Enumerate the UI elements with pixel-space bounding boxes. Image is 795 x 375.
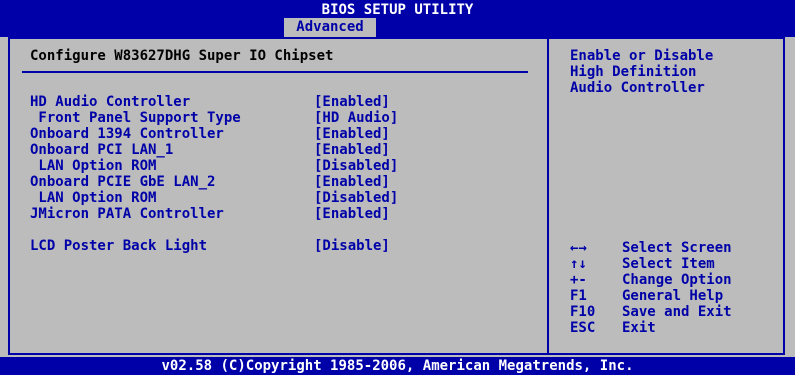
option-value[interactable]: [Enabled]	[314, 126, 390, 142]
option-row[interactable]: HD Audio Controller [Enabled]	[0, 94, 540, 110]
help-text-line: Audio Controller	[570, 80, 705, 96]
help-text-line: Enable or Disable	[570, 48, 714, 64]
bios-screen: BIOS SETUP UTILITY Advanced Configure W8…	[0, 0, 795, 375]
copyright-footer: v02.58 (C)Copyright 1985-2006, American …	[0, 357, 795, 375]
option-row[interactable]: Onboard PCIE GbE LAN_2 [Enabled]	[0, 174, 540, 190]
heading-underline	[22, 71, 528, 73]
option-row[interactable]: LAN Option ROM [Disabled]	[0, 158, 540, 174]
key-description: General Help	[622, 288, 724, 304]
option-label: Onboard PCI LAN_1	[30, 142, 174, 158]
key-description: Exit	[622, 320, 656, 336]
key-legend-row: +- Change Option	[570, 272, 770, 288]
option-value[interactable]: [HD Audio]	[314, 110, 398, 126]
option-label: Front Panel Support Type	[30, 110, 241, 126]
key-legend-row: F1 General Help	[570, 288, 770, 304]
key-description: Select Screen	[622, 240, 732, 256]
option-label: Onboard PCIE GbE LAN_2	[30, 174, 216, 190]
option-label: LAN Option ROM	[30, 158, 157, 174]
title-bar: BIOS SETUP UTILITY Advanced	[0, 0, 795, 37]
option-label: HD Audio Controller	[30, 94, 191, 110]
tab-advanced[interactable]: Advanced	[284, 18, 376, 37]
help-text-line: High Definition	[570, 64, 697, 80]
left-right-arrows-icon: ←→	[570, 240, 587, 256]
key-legend-row: ←→ Select Screen	[570, 240, 770, 256]
key-legend-row: ↑↓ Select Item	[570, 256, 770, 272]
option-label: JMicron PATA Controller	[30, 206, 224, 222]
option-label: LCD Poster Back Light	[30, 238, 208, 254]
option-row[interactable]: Front Panel Support Type [HD Audio]	[0, 110, 540, 126]
option-value[interactable]: [Enabled]	[314, 94, 390, 110]
option-row[interactable]: JMicron PATA Controller [Enabled]	[0, 206, 540, 222]
option-value[interactable]: [Enabled]	[314, 206, 390, 222]
key-description: Select Item	[622, 256, 715, 272]
key-label: F1	[570, 288, 587, 304]
key-label: ESC	[570, 320, 596, 336]
option-value[interactable]: [Enabled]	[314, 174, 390, 190]
option-row[interactable]: LAN Option ROM [Disabled]	[0, 190, 540, 206]
option-value[interactable]: [Disabled]	[314, 158, 398, 174]
key-description: Save and Exit	[622, 304, 732, 320]
option-row[interactable]: Onboard PCI LAN_1 [Enabled]	[0, 142, 540, 158]
option-label: LAN Option ROM	[30, 190, 157, 206]
key-label: +-	[570, 272, 587, 288]
option-value[interactable]: [Enabled]	[314, 142, 390, 158]
option-value[interactable]: [Disable]	[314, 238, 390, 254]
option-row[interactable]: LCD Poster Back Light [Disable]	[0, 238, 540, 254]
bios-title: BIOS SETUP UTILITY	[321, 2, 474, 18]
option-value[interactable]: [Disabled]	[314, 190, 398, 206]
option-label: Onboard 1394 Controller	[30, 126, 224, 142]
panel-divider	[547, 37, 549, 355]
key-label: F10	[570, 304, 596, 320]
option-row[interactable]: Onboard 1394 Controller [Enabled]	[0, 126, 540, 142]
page-title: Configure W83627DHG Super IO Chipset	[30, 48, 334, 64]
key-description: Change Option	[622, 272, 732, 288]
up-down-arrows-icon: ↑↓	[570, 256, 587, 272]
key-legend-row: F10 Save and Exit	[570, 304, 770, 320]
key-legend-row: ESC Exit	[570, 320, 770, 336]
